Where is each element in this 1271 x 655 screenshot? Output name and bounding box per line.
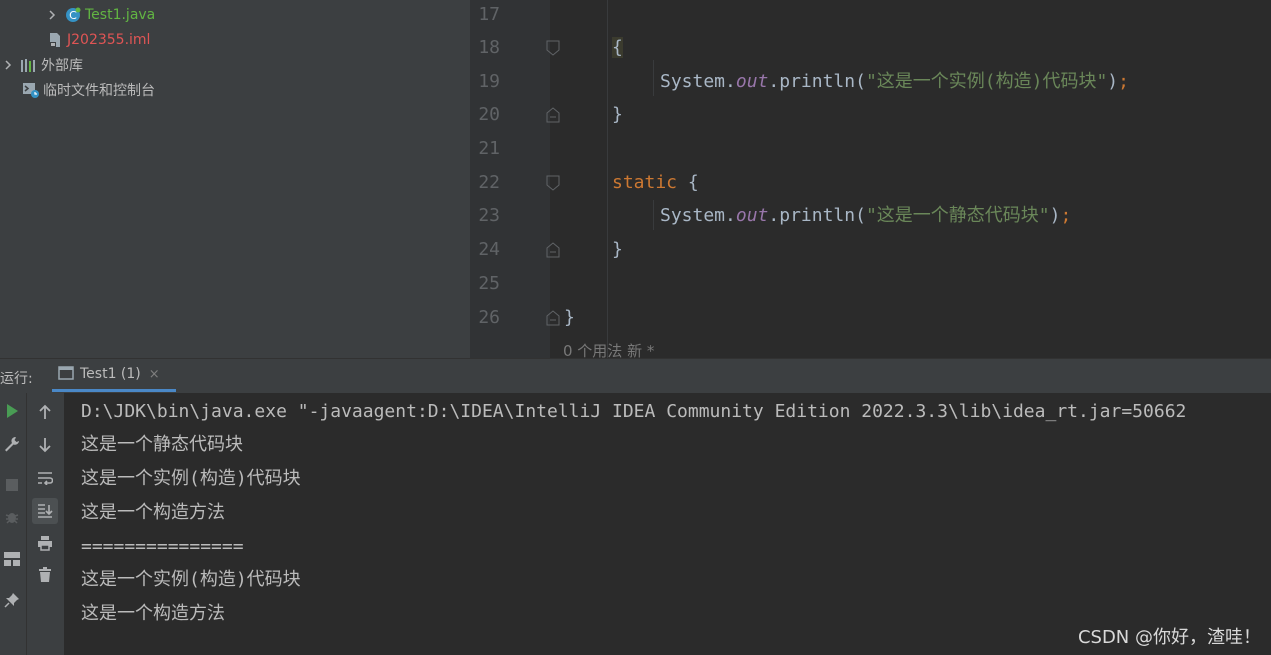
console-toolbar — [27, 393, 64, 655]
watermark: CSDN @你好，渣哇！ — [1077, 627, 1261, 648]
code-line: System.out.println("这是一个实例(构造)代码块"); — [660, 71, 1129, 92]
module-file-icon — [46, 31, 64, 49]
line-number: 25 — [478, 273, 500, 294]
line-number: 26 — [478, 307, 500, 328]
arrow-up-icon[interactable] — [33, 400, 57, 424]
console-line: 这是一个构造方法 — [81, 502, 225, 523]
project-tool-window: C Test1.java J202355.iml 外部库 临时文件和控制台 — [0, 0, 470, 358]
soft-wrap-icon[interactable] — [33, 466, 57, 490]
console-output[interactable]: D:\JDK\bin\java.exe "-javaagent:D:\IDEA\… — [64, 393, 1271, 655]
stop-button[interactable] — [0, 473, 24, 497]
tab-label: Test1 (1) — [80, 366, 141, 382]
java-class-icon: C — [64, 6, 82, 24]
trash-icon[interactable] — [33, 563, 57, 587]
fold-close-icon[interactable] — [546, 242, 560, 258]
tree-item-label: Test1.java — [85, 7, 156, 23]
line-number: 18 — [478, 37, 500, 58]
indent-guide — [653, 200, 654, 230]
library-icon — [20, 56, 38, 74]
close-icon[interactable]: × — [149, 367, 160, 382]
console-line: 这是一个构造方法 — [81, 603, 225, 624]
indent-guide — [607, 0, 608, 358]
tree-item-label: 外部库 — [41, 58, 83, 74]
fold-close-icon[interactable] — [546, 107, 560, 123]
tree-item-iml-file[interactable]: J202355.iml — [46, 29, 150, 51]
tab-run-test1[interactable]: Test1 (1) × — [52, 359, 176, 392]
line-number: 17 — [478, 4, 500, 25]
code-line: } — [564, 307, 575, 328]
arrow-down-icon[interactable] — [33, 433, 57, 457]
debug-bug-icon[interactable] — [0, 505, 24, 529]
line-number: 22 — [478, 172, 500, 193]
console-line: =============== — [81, 536, 244, 557]
indent-guide — [653, 60, 654, 96]
chevron-right-icon[interactable] — [46, 9, 58, 21]
console-line: D:\JDK\bin\java.exe "-javaagent:D:\IDEA\… — [81, 401, 1187, 422]
console-line: 这是一个静态代码块 — [81, 434, 243, 455]
scratch-console-icon — [22, 81, 40, 99]
tree-item-label: J202355.iml — [67, 32, 151, 48]
line-number: 19 — [478, 71, 500, 92]
tree-item-label: 临时文件和控制台 — [43, 83, 155, 99]
console-tab-icon — [58, 365, 74, 384]
tree-item-scratches[interactable]: 临时文件和控制台 — [22, 79, 155, 101]
pin-icon[interactable] — [0, 588, 24, 612]
tree-item-external-libraries[interactable]: 外部库 — [2, 54, 83, 76]
code-line: } — [612, 239, 623, 260]
code-line: } — [612, 104, 623, 125]
chevron-right-icon[interactable] — [2, 59, 14, 71]
console-line: 这是一个实例(构造)代码块 — [81, 468, 301, 489]
line-number: 24 — [478, 239, 500, 260]
line-number: 20 — [478, 104, 500, 125]
code-editor[interactable]: 17 18 19 20 21 22 23 24 25 26 { System.o… — [470, 0, 1271, 358]
run-tool-window-header: 运行: Test1 (1) × — [0, 358, 1271, 393]
fold-close-icon[interactable] — [546, 310, 560, 326]
rerun-button[interactable] — [0, 399, 24, 423]
fold-open-icon[interactable] — [546, 40, 560, 56]
scroll-to-end-button[interactable] — [32, 498, 58, 524]
code-line: static { — [612, 172, 699, 193]
console-line: 这是一个实例(构造)代码块 — [81, 569, 301, 590]
line-number: 21 — [478, 138, 500, 159]
run-left-toolbar — [0, 393, 27, 655]
layout-icon[interactable] — [0, 547, 24, 571]
tree-item-test1-java[interactable]: C Test1.java — [46, 4, 155, 26]
print-icon[interactable] — [33, 531, 57, 555]
code-line: { — [612, 37, 623, 58]
fold-open-icon[interactable] — [546, 175, 560, 191]
line-number: 23 — [478, 205, 500, 226]
wrench-icon[interactable] — [0, 432, 24, 456]
usages-inlay-hint[interactable]: 0 个用法 新 * — [563, 340, 654, 358]
code-line: System.out.println("这是一个静态代码块"); — [660, 205, 1072, 226]
run-label: 运行: — [0, 371, 33, 387]
